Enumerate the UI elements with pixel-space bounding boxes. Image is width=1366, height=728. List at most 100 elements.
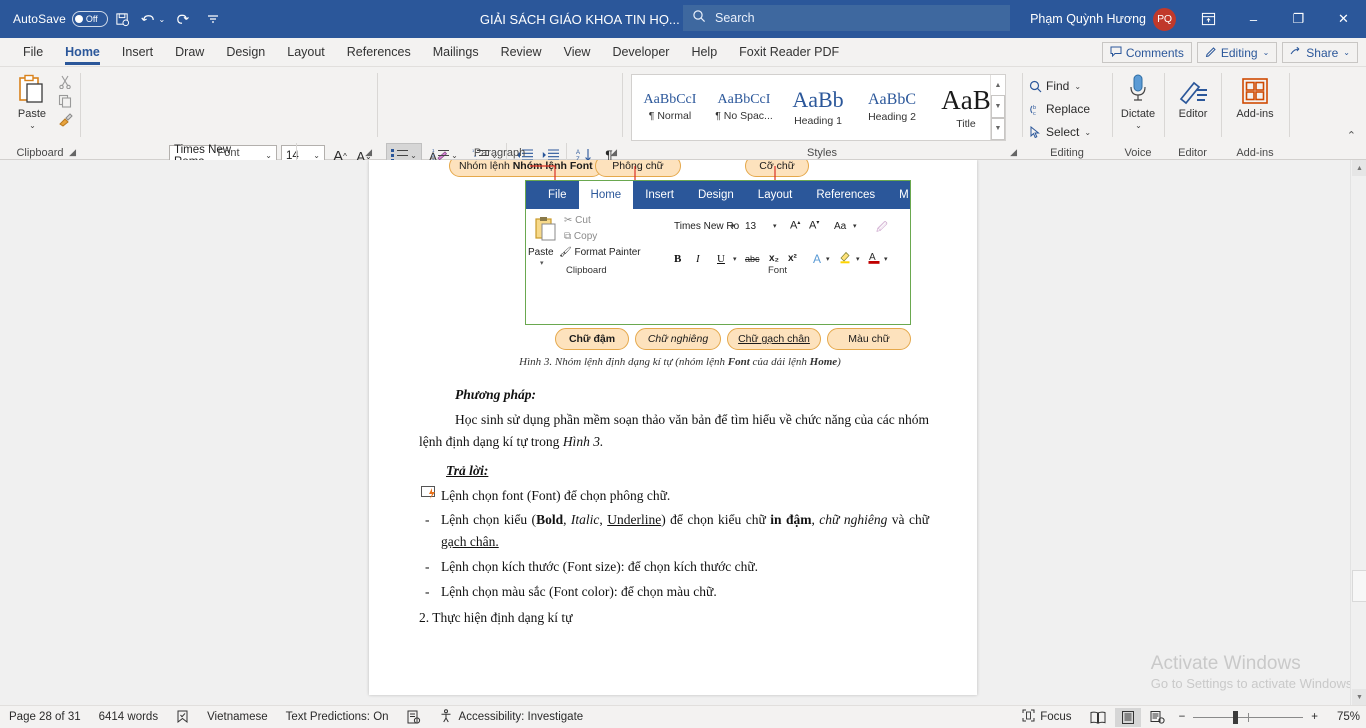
addins-grid-icon xyxy=(1242,78,1268,104)
figure-ribbon-tabs: File Home Insert Design Layout Reference… xyxy=(526,181,910,209)
styles-dialog-launcher[interactable]: ◢ xyxy=(1010,147,1017,158)
tab-help[interactable]: Help xyxy=(680,38,728,67)
tab-mailings[interactable]: Mailings xyxy=(422,38,490,67)
search-icon xyxy=(692,9,706,28)
styles-scroll-down-icon[interactable]: ▼ xyxy=(991,95,1005,118)
styles-more-icon[interactable]: ▼ xyxy=(991,117,1005,140)
focus-button[interactable]: Focus xyxy=(1013,709,1080,725)
editor-button[interactable]: Editor xyxy=(1169,77,1217,120)
figure-clear-formatting-icon: 🖉 xyxy=(876,222,888,234)
read-mode-button[interactable] xyxy=(1085,708,1111,727)
share-icon xyxy=(1290,46,1302,60)
cursor-icon xyxy=(1030,125,1040,138)
scroll-down-icon[interactable]: ▼ xyxy=(1352,689,1366,705)
restore-button[interactable]: ❐ xyxy=(1276,0,1321,38)
tab-view[interactable]: View xyxy=(553,38,602,67)
chevron-down-icon[interactable]: ⌄ xyxy=(1135,121,1142,130)
replace-icon: bc xyxy=(1030,105,1036,116)
document-page[interactable]: Nhóm lệnh Nhóm lệnh Font Phông chữ Cỡ ch… xyxy=(369,160,977,695)
save-icon[interactable] xyxy=(108,4,138,34)
autosave-toggle[interactable]: Off xyxy=(71,11,108,27)
list-dash: - xyxy=(425,559,430,575)
proofing-icon[interactable] xyxy=(167,710,198,724)
comments-button[interactable]: Comments xyxy=(1101,42,1192,63)
addins-button[interactable]: Add-ins xyxy=(1228,77,1282,120)
style-no-spacing[interactable]: AaBbCcI ¶ No Spac... xyxy=(707,76,781,138)
print-layout-button[interactable] xyxy=(1114,707,1141,727)
minimize-button[interactable]: – xyxy=(1231,0,1276,38)
clipboard-group-label: Clipboard xyxy=(16,147,64,159)
paragraph-method-text: Học sinh sử dụng phần mềm soạn thảo văn … xyxy=(419,411,929,449)
dictate-button[interactable]: Dictate ⌄ xyxy=(1117,73,1159,130)
paste-button[interactable]: Paste ⌄ xyxy=(10,73,54,135)
chevron-down-icon[interactable]: ⌄ xyxy=(29,121,36,130)
tab-foxit-reader-pdf[interactable]: Foxit Reader PDF xyxy=(728,38,850,67)
redo-icon[interactable] xyxy=(168,4,198,34)
zoom-level[interactable]: 75% xyxy=(1326,711,1360,723)
figure-strikethrough-icon: abc xyxy=(745,254,760,264)
close-button[interactable]: ✕ xyxy=(1321,0,1366,38)
undo-icon[interactable]: ⌄ xyxy=(138,4,168,34)
tab-home[interactable]: Home xyxy=(54,38,111,67)
scrollbar-thumb[interactable] xyxy=(1352,570,1366,602)
replace-button[interactable]: bc Replace xyxy=(1029,98,1109,120)
text-predictions-indicator[interactable]: Text Predictions: On xyxy=(277,711,398,723)
accessibility-indicator[interactable]: Accessibility: Investigate xyxy=(430,708,593,726)
figure-font-color-icon: A xyxy=(867,250,881,271)
find-button[interactable]: Find ⌄ xyxy=(1029,75,1109,97)
tab-review[interactable]: Review xyxy=(490,38,553,67)
tab-developer[interactable]: Developer xyxy=(601,38,680,67)
paragraph-group-label: Paragraph xyxy=(473,147,526,159)
pencil-icon xyxy=(1205,45,1217,60)
search-box[interactable]: Search xyxy=(683,5,1010,31)
quick-access-toolbar: AutoSave Off ⌄ xyxy=(0,4,228,34)
tab-draw[interactable]: Draw xyxy=(164,38,215,67)
callout-label: Chữ nghiêng xyxy=(647,333,709,345)
font-dialog-launcher[interactable]: ◢ xyxy=(365,147,372,158)
style-heading-1[interactable]: AaBb Heading 1 xyxy=(781,76,855,138)
style-sample: AaB xyxy=(941,84,991,115)
select-button[interactable]: Select ⌄ xyxy=(1029,121,1109,143)
tab-file[interactable]: File xyxy=(12,38,54,67)
collapse-ribbon-icon[interactable]: ⌃ xyxy=(1347,129,1356,142)
figure-copy-label: ⧉ Copy xyxy=(564,231,598,242)
tab-insert[interactable]: Insert xyxy=(111,38,164,67)
tab-references[interactable]: References xyxy=(336,38,422,67)
editing-mode-button[interactable]: Editing ⌄ xyxy=(1196,42,1278,63)
zoom-slider-handle[interactable] xyxy=(1233,710,1239,724)
track-changes-icon[interactable] xyxy=(398,710,430,724)
format-painter-icon[interactable] xyxy=(58,113,73,127)
zoom-out-button[interactable]: − xyxy=(1175,711,1190,723)
vertical-scrollbar[interactable]: ▲ ▼ xyxy=(1350,160,1366,705)
tab-layout[interactable]: Layout xyxy=(276,38,336,67)
customize-qat-icon[interactable] xyxy=(198,4,228,34)
autosave-state: Off xyxy=(85,14,98,24)
page-indicator[interactable]: Page 28 of 31 xyxy=(0,711,90,723)
style-heading-2[interactable]: AaBbC Heading 2 xyxy=(855,76,929,138)
language-indicator[interactable]: Vietnamese xyxy=(198,711,277,723)
avatar[interactable]: PQ xyxy=(1153,7,1176,31)
callout-phong-chu: Phông chữ xyxy=(595,160,681,177)
scroll-up-icon[interactable]: ▲ xyxy=(1352,160,1366,176)
focus-icon xyxy=(1022,709,1035,725)
word-count[interactable]: 6414 words xyxy=(90,711,167,723)
zoom-slider[interactable] xyxy=(1193,709,1304,725)
zoom-in-button[interactable]: + xyxy=(1307,711,1322,723)
style-name: Title xyxy=(956,117,976,130)
style-normal[interactable]: AaBbCcI ¶ Normal xyxy=(633,76,707,138)
copy-icon[interactable] xyxy=(58,94,72,108)
clipboard-dialog-launcher[interactable]: ◢ xyxy=(69,147,76,158)
share-button[interactable]: Share ⌄ xyxy=(1282,42,1358,63)
web-layout-button[interactable] xyxy=(1145,708,1171,727)
figure-superscript-icon: x² xyxy=(788,253,797,264)
ribbon-group-addins: Add-ins Add-ins xyxy=(1222,67,1288,160)
paragraph-dialog-launcher[interactable]: ◢ xyxy=(610,147,617,158)
tab-design[interactable]: Design xyxy=(215,38,276,67)
style-name: ¶ Normal xyxy=(648,110,692,122)
document-body[interactable]: Phương pháp: Học sinh sử dụng phần mềm s… xyxy=(419,384,929,629)
figure-tab-references: References xyxy=(816,189,876,201)
user-name[interactable]: Phạm Quỳnh Hương xyxy=(1030,12,1146,26)
cut-icon[interactable] xyxy=(58,75,72,89)
styles-scroll-up-icon[interactable]: ▲ xyxy=(991,75,1005,95)
ribbon-display-options-icon[interactable] xyxy=(1186,0,1231,38)
